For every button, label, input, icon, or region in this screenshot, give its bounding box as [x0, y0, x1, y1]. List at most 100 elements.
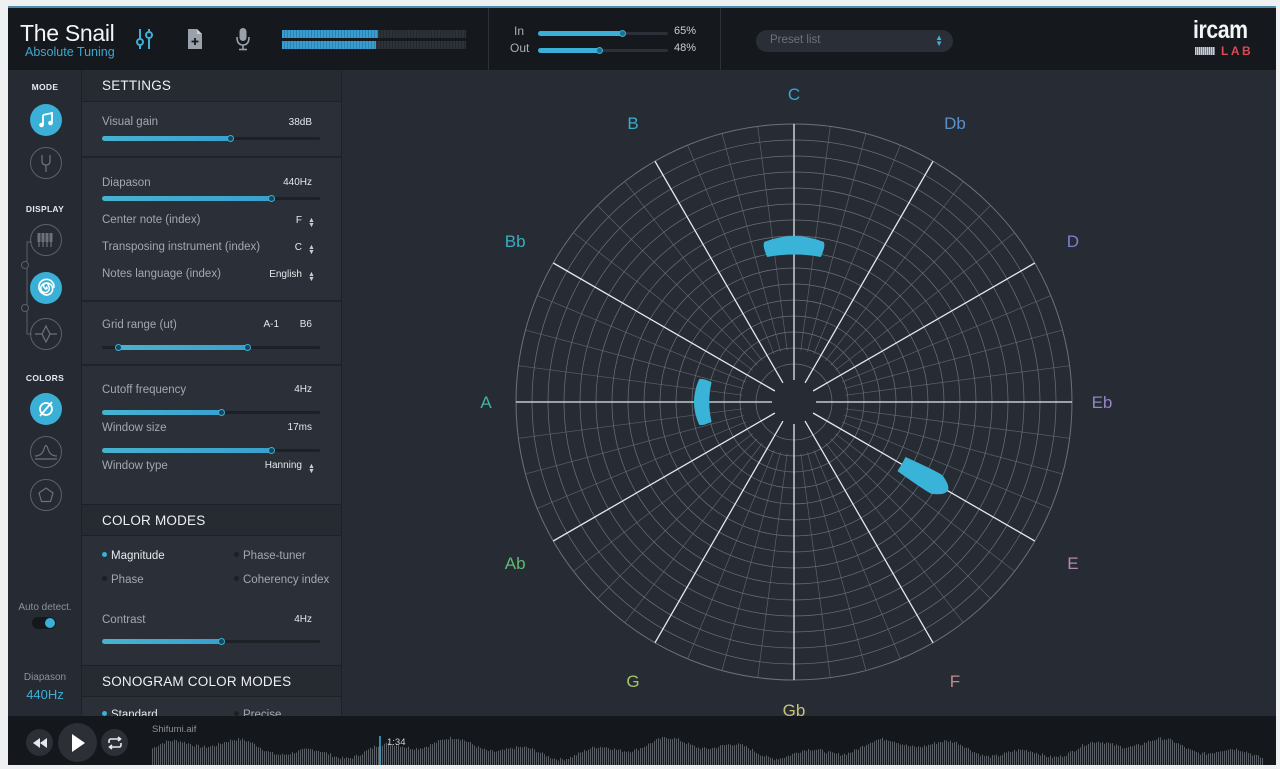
cutoff-slider[interactable]: [102, 409, 320, 416]
app-title: The Snail: [20, 20, 115, 46]
waveform-bar: [592, 746, 593, 765]
center-hub: [772, 380, 816, 424]
waveform-bar: [1036, 752, 1037, 765]
center-note-stepper-icon[interactable]: ▲ ▼: [308, 217, 315, 229]
window-type-stepper-icon[interactable]: ▲ ▼: [308, 463, 315, 475]
sliders-icon[interactable]: [134, 26, 156, 52]
waveform-bar: [700, 749, 701, 765]
waveform-bar: [672, 739, 673, 765]
waveform-bar: [224, 742, 225, 765]
waveform-bar: [720, 745, 721, 765]
waveform-bar: [736, 744, 737, 765]
diapason-slider[interactable]: [102, 195, 320, 202]
sonogram-precise-radio[interactable]: Precise: [234, 709, 281, 716]
color-mode-phase-tuner-radio[interactable]: Phase-tuner: [234, 550, 306, 562]
waveform-bar: [890, 741, 891, 765]
color-mode-magnitude-radio[interactable]: Magnitude: [102, 550, 165, 562]
waveform-bar: [430, 744, 431, 765]
waveform-bar: [334, 756, 335, 765]
waveform-bar: [1228, 749, 1229, 765]
window-type-value[interactable]: Hanning: [242, 460, 302, 471]
microphone-icon[interactable]: [232, 26, 254, 52]
sonogram-color-modes-heading: SONOGRAM COLOR MODES: [82, 665, 341, 697]
waveform-bar: [478, 746, 479, 765]
waveform-bar: [1220, 751, 1221, 765]
bell-curve-icon: [34, 444, 58, 460]
logo-stripe-icon: [1195, 47, 1215, 55]
preset-list-dropdown[interactable]: Preset list ▲ ▼: [756, 30, 953, 52]
waveform-bar: [906, 744, 907, 765]
waveform-bar: [366, 750, 367, 765]
waveform-bar: [408, 746, 409, 765]
auto-detect-toggle[interactable]: [32, 617, 56, 629]
colors-bell-button[interactable]: [30, 436, 62, 468]
display-spiral-button[interactable]: [30, 272, 62, 304]
waveform-bar: [760, 755, 761, 765]
waveform-bar: [426, 746, 427, 765]
display-tuner-button[interactable]: [30, 318, 62, 350]
waveform-bar: [812, 750, 813, 765]
waveform-bar: [716, 748, 717, 765]
notes-language-value[interactable]: English: [242, 269, 302, 280]
play-button[interactable]: [58, 723, 97, 762]
note-label-eb: Eb: [1092, 393, 1113, 412]
waveform-bar: [1104, 743, 1105, 765]
waveform-bar: [1256, 754, 1257, 765]
waveform-bar: [782, 758, 783, 765]
transposing-stepper-icon[interactable]: ▲ ▼: [308, 244, 315, 256]
diapason-setting-value: 440Hz: [283, 177, 312, 188]
diapason-value: 440Hz: [26, 687, 64, 702]
input-gain-slider[interactable]: [538, 30, 668, 37]
color-mode-phase-radio[interactable]: Phase: [102, 574, 144, 586]
output-gain-slider[interactable]: [538, 47, 668, 54]
waveform-bar: [1042, 753, 1043, 765]
waveform-bar: [598, 747, 599, 765]
waveform-scrubber[interactable]: [152, 736, 1264, 765]
input-gain-value: 65%: [674, 25, 697, 37]
waveform-bar: [340, 759, 341, 765]
waveform-bar: [264, 751, 265, 765]
waveform-bar: [152, 748, 153, 765]
waveform-bar: [200, 747, 201, 765]
waveform-bar: [174, 739, 175, 765]
waveform-bar: [1046, 756, 1047, 765]
waveform-bar: [284, 754, 285, 765]
waveform-bar: [502, 749, 503, 765]
loop-button[interactable]: [101, 729, 128, 756]
waveform-bar: [560, 757, 561, 765]
waveform-bar: [354, 755, 355, 765]
grid-range-slider[interactable]: [102, 344, 320, 351]
waveform-bar: [1218, 751, 1219, 765]
sonogram-standard-radio[interactable]: Standard: [102, 709, 158, 716]
waveform-bar: [476, 747, 477, 765]
rewind-button[interactable]: [26, 729, 53, 756]
colors-pentagon-button[interactable]: [30, 479, 62, 511]
spiral-display[interactable]: C Db D Eb E F Gb G Ab A Bb B: [342, 70, 1276, 716]
waveform-bar: [266, 751, 267, 765]
waveform-bar: [1250, 753, 1251, 765]
waveform-bar: [810, 750, 811, 765]
header-bar: The Snail Absolute Tuning In 65% Out 48%…: [8, 8, 1276, 70]
mode-music-note-button[interactable]: [30, 104, 62, 136]
add-file-icon[interactable]: [184, 26, 206, 52]
center-note-value[interactable]: F: [262, 215, 302, 226]
waveform-bar: [684, 742, 685, 765]
display-piano-button[interactable]: [30, 224, 62, 256]
waveform-bar: [968, 747, 969, 765]
window-size-slider[interactable]: [102, 447, 320, 454]
dropdown-arrows-icon: ▲ ▼: [935, 33, 943, 48]
transposing-value[interactable]: C: [262, 242, 302, 253]
colors-none-button[interactable]: [30, 393, 62, 425]
mode-tuning-fork-button[interactable]: [30, 147, 62, 179]
waveform-bar: [756, 752, 757, 765]
contrast-slider[interactable]: [102, 638, 320, 645]
waveform-bar: [1016, 751, 1017, 765]
waveform-bar: [784, 757, 785, 765]
visual-gain-slider[interactable]: [102, 135, 320, 142]
waveform-bar: [626, 751, 627, 765]
waveform-bar: [768, 756, 769, 765]
notes-language-stepper-icon[interactable]: ▲ ▼: [308, 271, 315, 283]
waveform-bar: [582, 752, 583, 765]
waveform-bar: [246, 741, 247, 765]
color-mode-coherency-radio[interactable]: Coherency index: [234, 574, 329, 586]
